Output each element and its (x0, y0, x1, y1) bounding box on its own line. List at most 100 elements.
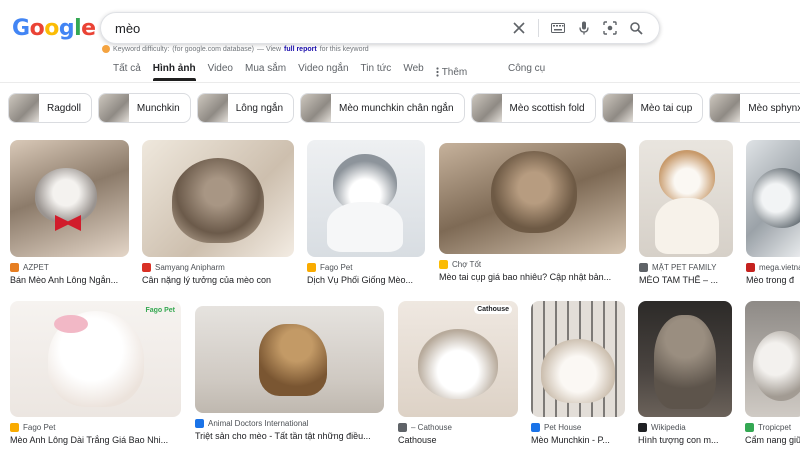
related-chips: Ragdoll Munchkin Lông ngắn Mèo munchkin … (8, 93, 800, 123)
cat-image (439, 143, 626, 254)
chip-label: Munchkin (136, 102, 180, 114)
search-input[interactable] (115, 20, 506, 36)
keyword-scope: (for google.com database) (172, 45, 255, 53)
cat-image (307, 140, 425, 257)
chip-thumbnail (602, 94, 633, 122)
tools-button[interactable]: Công cụ (508, 63, 545, 74)
chip-sphynx[interactable]: Mèo sphynx (709, 93, 800, 123)
keyboard-icon[interactable] (545, 15, 571, 41)
result-source: Animal Doctors International (195, 419, 384, 428)
tab-web[interactable]: Web (403, 63, 423, 81)
tab-all[interactable]: Tất cả (113, 63, 141, 81)
result-source: Pet House (531, 423, 625, 432)
cat-image (638, 301, 732, 417)
tab-more-label: Thêm (441, 66, 468, 78)
result-title: Triệt sản cho mèo - Tất tần tật những đi… (195, 431, 371, 441)
source-name: Wikipedia (651, 423, 686, 432)
chip-label: Mèo scottish fold (509, 102, 585, 114)
chip-thumbnail (301, 94, 332, 122)
source-name: Tropicpet (758, 423, 792, 432)
image-result[interactable]: Chợ Tốt Mèo tai cụp giá bao nhiêu? Cập n… (439, 143, 626, 282)
source-favicon (531, 423, 540, 432)
mic-icon[interactable] (571, 15, 597, 41)
result-source: Samyang Anipharm (142, 263, 294, 272)
result-source: Wikipedia (638, 423, 732, 432)
result-title: Mèo tai cụp giá bao nhiêu? Cập nhật bản.… (439, 272, 612, 282)
chip-munchkin[interactable]: Munchkin (97, 93, 191, 123)
source-favicon (746, 263, 755, 272)
result-title: Cẩm nang giữ (745, 435, 800, 445)
tab-shopping[interactable]: Mua sắm (245, 63, 286, 81)
chip-short-hair[interactable]: Lông ngắn (196, 93, 295, 123)
tab-videos[interactable]: Video (208, 63, 233, 81)
chip-scottish-fold[interactable]: Mèo scottish fold (470, 93, 596, 123)
chip-thumbnail (710, 94, 741, 122)
image-result[interactable]: Animal Doctors International Triệt sản c… (195, 306, 384, 441)
chip-folded-ears[interactable]: Mèo tai cụp (601, 93, 704, 123)
image-result[interactable]: Samyang Anipharm Cân nặng lý tưởng của m… (142, 140, 294, 285)
chip-thumbnail (98, 94, 129, 122)
tab-news[interactable]: Tin tức (361, 63, 392, 81)
google-logo[interactable]: Google (12, 16, 96, 41)
image-result[interactable]: AZPET Bán Mèo Anh Lông Ngắn... (10, 140, 129, 285)
search-tabs: Tất cả Hình ảnh Video Mua sắm Video ngắn… (113, 63, 479, 81)
image-result[interactable]: MẶT PET FAMILY MÈO TAM THỂ – ... (639, 140, 733, 285)
result-source: Chợ Tốt (439, 260, 626, 269)
result-source: mega.vietna (746, 263, 800, 272)
keyword-suffix: for this keyword (319, 45, 369, 53)
tab-more[interactable]: Thêm (436, 63, 468, 81)
logo-letter: e (81, 16, 96, 41)
result-source: AZPET (10, 263, 129, 272)
logo-letter: g (58, 16, 75, 41)
cat-image (745, 301, 800, 417)
close-icon[interactable] (506, 15, 532, 41)
chip-thumbnail (471, 94, 502, 122)
image-result[interactable]: Pet House Mèo Munchkin - P... (531, 301, 625, 445)
lens-icon[interactable] (597, 15, 623, 41)
keyword-tool-icon (102, 45, 110, 53)
source-favicon (745, 423, 754, 432)
source-name: Pet House (544, 423, 582, 432)
logo-letter: o (44, 16, 59, 41)
source-favicon (10, 263, 19, 272)
image-result[interactable]: Fago Pet Fago Pet Mèo Anh Lông Dài Trắng… (10, 301, 181, 445)
image-result[interactable]: mega.vietna Mèo trong đ (746, 140, 800, 285)
search-divider (538, 19, 539, 37)
source-favicon (439, 260, 448, 269)
more-vert-icon (436, 67, 439, 77)
image-result[interactable]: Fago Pet Dịch Vụ Phối Giống Mèo... (307, 140, 425, 285)
keyword-view: — View (257, 45, 282, 53)
result-title: Mèo Munchkin - P... (531, 435, 610, 445)
cathouse-badge: Cathouse (474, 305, 512, 314)
chip-thumbnail (197, 94, 228, 122)
result-source: Fago Pet (307, 263, 425, 272)
source-favicon (307, 263, 316, 272)
source-favicon (10, 423, 19, 432)
search-icon[interactable] (623, 15, 649, 41)
logo-letter: l (74, 16, 82, 41)
result-title: Cathouse (398, 435, 437, 445)
result-source: – Cathouse (398, 423, 518, 432)
source-name: Chợ Tốt (452, 260, 482, 269)
tab-short-videos[interactable]: Video ngắn (298, 63, 348, 81)
chip-label: Ragdoll (47, 102, 81, 114)
full-report-link[interactable]: full report (284, 46, 317, 53)
cat-image (10, 140, 129, 257)
chip-munchkin-short-legs[interactable]: Mèo munchkin chân ngắn (300, 93, 465, 123)
result-title: Mèo Anh Lông Dài Trắng Giá Bao Nhi... (10, 435, 169, 445)
image-result[interactable]: Cathouse – Cathouse Cathouse (398, 301, 518, 445)
result-title: Bán Mèo Anh Lông Ngắn... (10, 275, 119, 285)
source-name: AZPET (23, 263, 49, 272)
tab-images[interactable]: Hình ảnh (152, 63, 196, 81)
image-result[interactable]: Tropicpet Cẩm nang giữ (745, 301, 800, 445)
result-source: Fago Pet (10, 423, 181, 432)
tabs-divider (0, 82, 800, 83)
chip-ragdoll[interactable]: Ragdoll (8, 93, 92, 123)
cat-image (746, 140, 800, 257)
source-name: mega.vietna (759, 263, 800, 272)
image-result[interactable]: Wikipedia Hình tượng con m... (638, 301, 732, 445)
source-name: Fago Pet (23, 423, 56, 432)
keyword-difficulty-line: Keyword difficulty: (for google.com data… (102, 45, 369, 53)
source-name: Samyang Anipharm (155, 263, 225, 272)
source-name: Animal Doctors International (208, 419, 309, 428)
